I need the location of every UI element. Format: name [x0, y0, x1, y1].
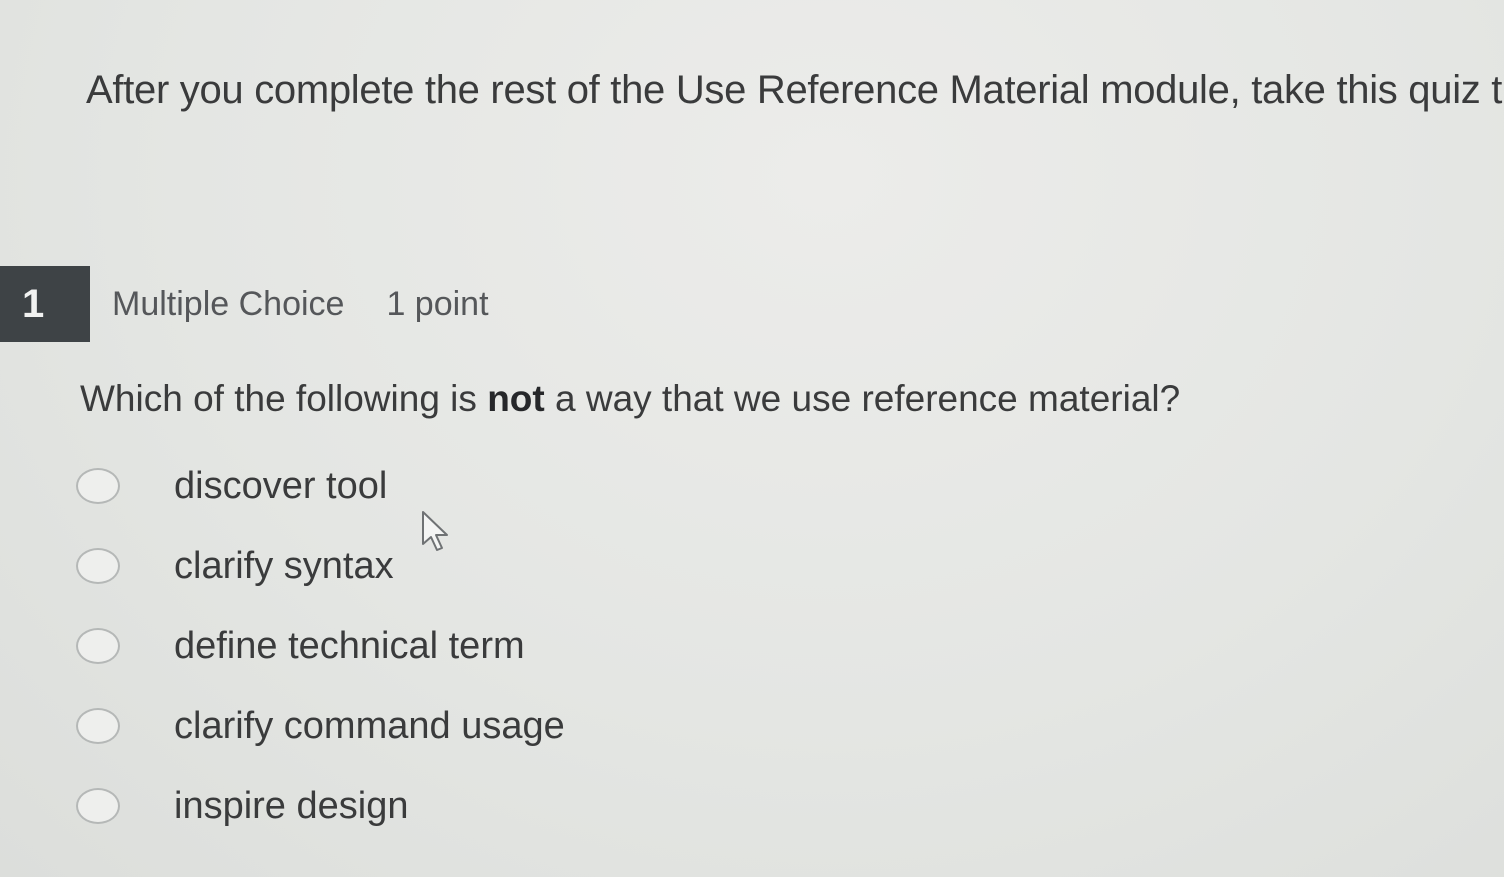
answer-option-label[interactable]: deﬁne technical term [174, 625, 525, 668]
radio-button[interactable] [76, 468, 120, 504]
mouse-pointer-icon [422, 511, 448, 551]
radio-button[interactable] [76, 548, 120, 584]
question-prompt: Which of the following is not a way that… [80, 374, 1180, 424]
question-points-label: 1 point [386, 284, 489, 323]
answer-option-clarify-command-usage[interactable]: clarify command usage [76, 686, 565, 766]
radio-button[interactable] [76, 708, 120, 744]
answer-option-inspire-design[interactable]: inspire design [76, 766, 565, 846]
answer-option-clarify-syntax[interactable]: clarify syntax [76, 526, 565, 606]
question-type-label: Multiple Choice [112, 284, 345, 323]
answer-option-discover-tool[interactable]: discover tool [76, 446, 565, 526]
question-header: 1 Multiple Choice 1 point [0, 266, 489, 342]
answer-option-label[interactable]: clarify command usage [174, 705, 565, 748]
question-number-badge: 1 [0, 266, 90, 342]
question-prompt-emphasis: not [487, 378, 545, 419]
quiz-intro-text: After you complete the rest of the Use R… [86, 68, 1503, 112]
radio-button[interactable] [76, 788, 120, 824]
answer-option-label[interactable]: inspire design [174, 785, 408, 828]
question-prompt-end: a way that we use reference material? [544, 378, 1181, 419]
question-prompt-start: Which of the following is [80, 378, 488, 419]
answer-option-label[interactable]: clarify syntax [174, 545, 394, 588]
answer-options: discover tool clarify syntax deﬁne techn… [76, 446, 565, 846]
answer-option-define-technical-term[interactable]: deﬁne technical term [76, 606, 565, 686]
answer-option-label[interactable]: discover tool [174, 465, 387, 508]
radio-button[interactable] [76, 628, 120, 664]
